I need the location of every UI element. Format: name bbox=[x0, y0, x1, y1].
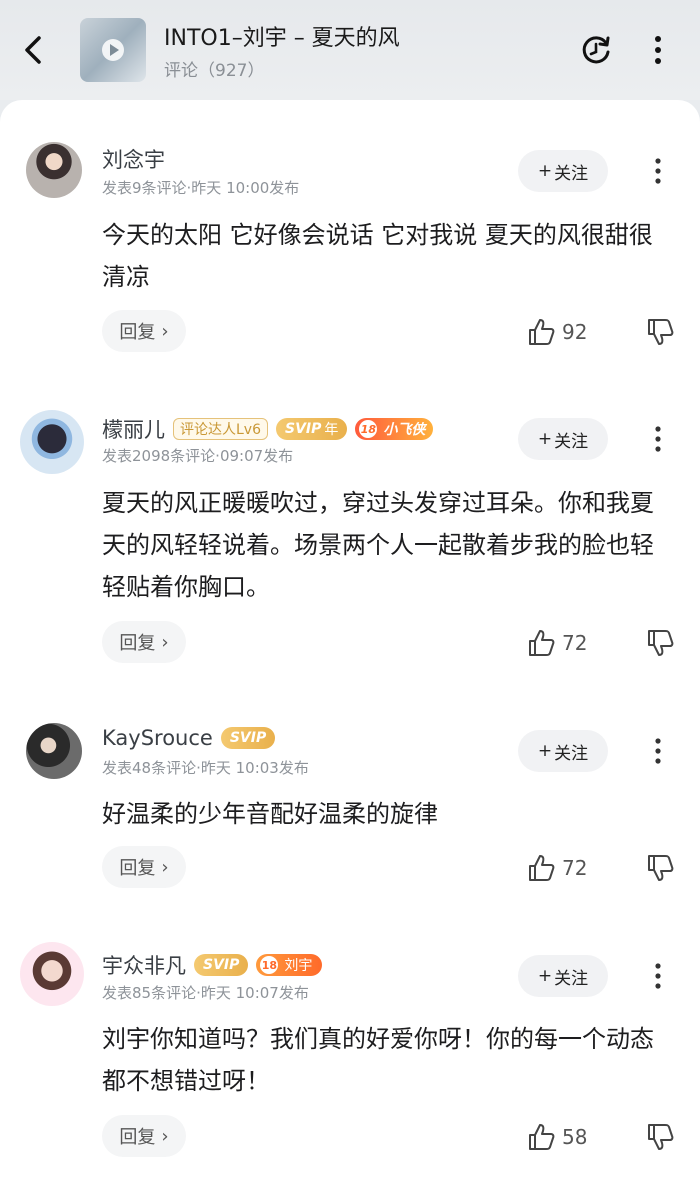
svip-label: SVIP bbox=[285, 421, 322, 437]
comment-text: 刘宇你知道吗？我们真的好爱你呀！你的每一个动态都不想错过呀！ bbox=[102, 1025, 654, 1095]
chevron-right-icon: › bbox=[161, 320, 169, 342]
comment-count: 评论（927） bbox=[164, 61, 265, 81]
comment-meta: 发表48条评论·昨天 10:03发布 bbox=[102, 759, 309, 777]
avatar[interactable] bbox=[20, 410, 84, 474]
reply-button[interactable]: 回复 › bbox=[102, 310, 186, 352]
reply-label: 回复 bbox=[119, 858, 156, 879]
like-button[interactable]: 72 bbox=[526, 627, 587, 659]
follow-button[interactable]: + 关注 bbox=[518, 150, 608, 192]
back-button[interactable] bbox=[18, 34, 48, 66]
fan-badge-label: 小飞侠 bbox=[383, 422, 426, 438]
thumbs-up-icon bbox=[529, 1124, 555, 1150]
thumbs-up-icon bbox=[529, 630, 555, 656]
username[interactable]: KaySrouce SVIP bbox=[102, 726, 276, 750]
fan-badge: 18 小飞侠 bbox=[355, 418, 434, 440]
avatar[interactable] bbox=[26, 723, 82, 779]
avatar[interactable] bbox=[20, 942, 84, 1006]
follow-label: 关注 bbox=[554, 968, 589, 989]
reply-button[interactable]: 回复 › bbox=[102, 621, 186, 663]
refresh-icon bbox=[582, 36, 610, 64]
thumbs-down-icon bbox=[648, 855, 674, 881]
follow-button[interactable]: + 关注 bbox=[518, 955, 608, 997]
svip-badge: SVIP bbox=[220, 727, 276, 749]
fan-badge-label: 刘宇 bbox=[284, 958, 313, 974]
song-title: INTO1–刘宇 – 夏天的风 bbox=[164, 26, 400, 51]
comment-more-button[interactable] bbox=[640, 151, 676, 191]
thumbs-down-icon bbox=[648, 1124, 674, 1150]
player-header: INTO1–刘宇 – 夏天的风 评论（927） bbox=[0, 0, 700, 100]
username[interactable]: 檬丽儿 评论达人Lv6 SVIP 年 18 小飞侠 bbox=[102, 414, 434, 444]
plus-icon: + bbox=[537, 741, 553, 761]
follow-label: 关注 bbox=[554, 163, 589, 184]
fan-badge: 18 刘宇 bbox=[256, 954, 323, 976]
plus-icon: + bbox=[537, 966, 553, 986]
username-text: KaySrouce bbox=[102, 726, 213, 750]
thumbs-up-icon bbox=[529, 855, 555, 881]
svip-year-label: 年 bbox=[324, 422, 339, 438]
comment-meta: 发表2098条评论·09:07发布 bbox=[102, 447, 294, 465]
chevron-right-icon: › bbox=[161, 631, 169, 653]
thumbs-down-icon bbox=[648, 319, 674, 345]
svip-badge: SVIP bbox=[194, 954, 249, 976]
comment-list: 刘念宇 发表9条评论·昨天 10:00发布 + 关注 今天的太阳 它好像会说话 它… bbox=[0, 100, 700, 1189]
follow-label: 关注 bbox=[554, 431, 589, 452]
like-count: 72 bbox=[562, 856, 588, 880]
reply-button[interactable]: 回复 › bbox=[102, 846, 186, 888]
album-cover[interactable] bbox=[80, 18, 146, 82]
follow-label: 关注 bbox=[554, 743, 589, 764]
chevron-left-icon bbox=[25, 36, 41, 64]
plus-icon: + bbox=[537, 429, 553, 449]
comment-text: 好温柔的少年音配好温柔的旋律 bbox=[102, 800, 438, 828]
dislike-button[interactable] bbox=[644, 1121, 676, 1153]
comment-meta: 发表9条评论·昨天 10:00发布 bbox=[102, 179, 300, 197]
follow-button[interactable]: + 关注 bbox=[518, 418, 608, 460]
comment-meta: 发表85条评论·昨天 10:07发布 bbox=[102, 984, 309, 1002]
username[interactable]: 刘念宇 bbox=[102, 144, 165, 174]
more-vertical-icon bbox=[655, 963, 661, 989]
reply-label: 回复 bbox=[119, 633, 156, 654]
dislike-button[interactable] bbox=[644, 627, 676, 659]
like-button[interactable]: 92 bbox=[526, 316, 587, 348]
chevron-right-icon: › bbox=[161, 1125, 169, 1147]
like-count: 72 bbox=[562, 631, 588, 655]
avatar[interactable] bbox=[26, 142, 82, 198]
thumbs-up-icon bbox=[529, 319, 555, 345]
comment-text: 夏天的风正暖暖吹过，穿过头发穿过耳朵。你和我夏天的风轻轻说着。场景两个人一起散着… bbox=[102, 489, 654, 601]
reply-label: 回复 bbox=[119, 1127, 156, 1148]
comment-text: 今天的太阳 它好像会说话 它对我说 夏天的风很甜很清凉 bbox=[102, 221, 653, 291]
thumbs-down-icon bbox=[648, 630, 674, 656]
fan-level: 18 bbox=[260, 956, 279, 974]
username-text: 刘念宇 bbox=[102, 148, 165, 172]
comment-more-button[interactable] bbox=[640, 956, 676, 996]
refresh-button[interactable] bbox=[576, 30, 616, 70]
more-vertical-icon bbox=[655, 738, 661, 764]
play-icon bbox=[102, 39, 124, 61]
plus-icon: + bbox=[537, 161, 553, 181]
like-count: 92 bbox=[562, 320, 588, 344]
more-vertical-icon bbox=[655, 426, 661, 452]
follow-button[interactable]: + 关注 bbox=[518, 730, 608, 772]
commenter-level-badge: 评论达人Lv6 bbox=[173, 418, 268, 440]
comment-more-button[interactable] bbox=[640, 419, 676, 459]
more-vertical-icon bbox=[655, 158, 661, 184]
like-button[interactable]: 72 bbox=[526, 852, 587, 884]
dislike-button[interactable] bbox=[644, 316, 676, 348]
chevron-right-icon: › bbox=[161, 856, 169, 878]
comment-more-button[interactable] bbox=[640, 731, 676, 771]
fan-level: 18 bbox=[359, 420, 378, 438]
more-button[interactable] bbox=[638, 30, 678, 70]
more-vertical-icon bbox=[655, 36, 661, 64]
like-button[interactable]: 58 bbox=[526, 1121, 587, 1153]
username-text: 宇众非凡 bbox=[102, 954, 186, 978]
reply-button[interactable]: 回复 › bbox=[102, 1115, 186, 1157]
dislike-button[interactable] bbox=[644, 852, 676, 884]
like-count: 58 bbox=[562, 1125, 588, 1149]
svip-badge: SVIP 年 bbox=[276, 418, 348, 440]
reply-label: 回复 bbox=[119, 322, 156, 343]
username-text: 檬丽儿 bbox=[102, 418, 165, 442]
username[interactable]: 宇众非凡 SVIP 18 刘宇 bbox=[102, 950, 323, 980]
